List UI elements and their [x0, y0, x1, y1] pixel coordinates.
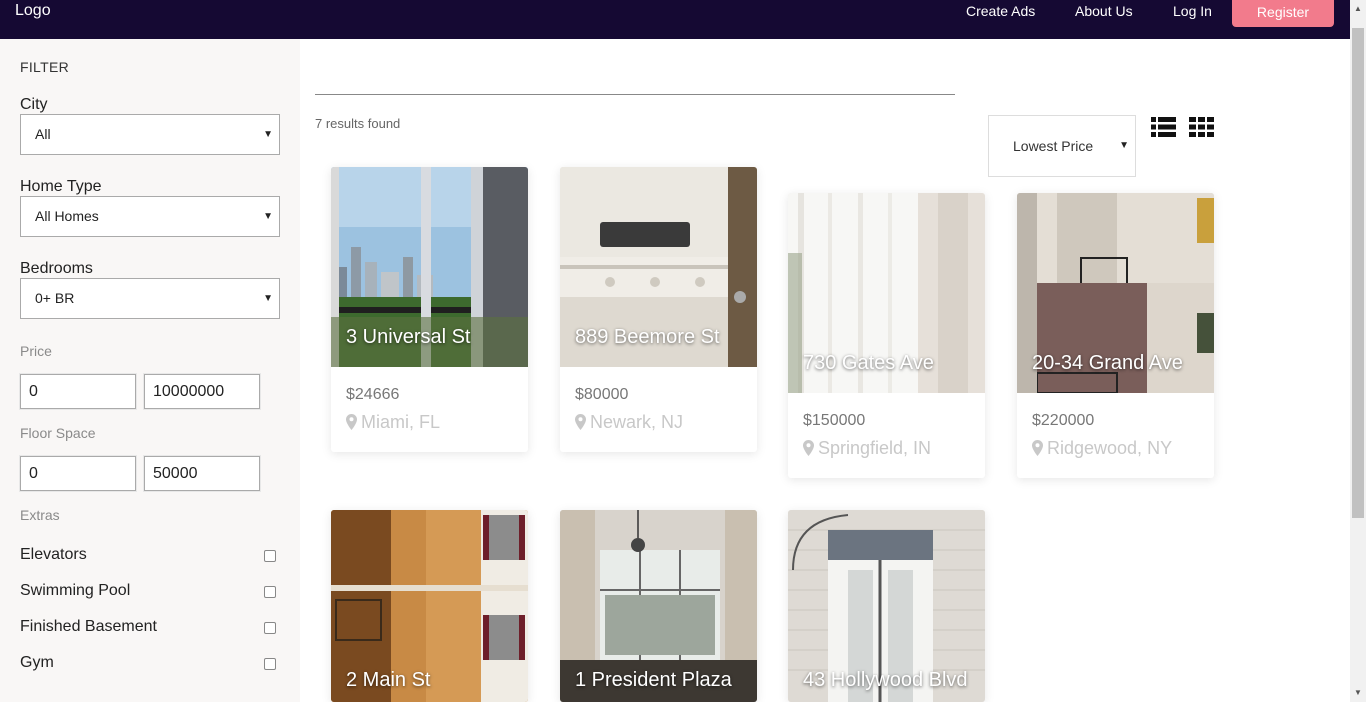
listing-address: 3 Universal St [346, 326, 471, 348]
listing-card[interactable]: 2 Main St [331, 510, 528, 702]
extra-swimming-pool-label: Swimming Pool [20, 582, 131, 599]
extra-gym-label: Gym [20, 654, 54, 671]
map-pin-icon [575, 414, 586, 430]
extras-label: Extras [20, 507, 60, 523]
sort-select-value: Lowest Price [1013, 138, 1094, 154]
listing-card[interactable]: 730 Gates Ave $150000 Springfield, IN [788, 193, 985, 478]
nav-about-us-link[interactable]: About Us [1075, 3, 1133, 19]
listing-price: $80000 [575, 386, 629, 403]
listing-card[interactable]: 20-34 Grand Ave $220000 Ridgewood, NY [1017, 193, 1214, 478]
nav-create-ads-link[interactable]: Create Ads [966, 3, 1035, 19]
nav-log-in-link[interactable]: Log In [1173, 3, 1212, 19]
bedrooms-select[interactable]: 0+ BR ▼ [20, 278, 280, 319]
extra-elevators-checkbox[interactable] [264, 550, 276, 562]
floor-space-label: Floor Space [20, 425, 96, 441]
filter-sidebar: FILTER City All ▼ Home Type All Homes ▼ … [0, 39, 300, 702]
listing-address: 889 Beemore St [575, 326, 720, 348]
listing-location-text: Ridgewood, NY [1047, 438, 1173, 458]
listing-location: Ridgewood, NY [1032, 438, 1172, 459]
sort-select[interactable]: Lowest Price ▼ [988, 115, 1136, 177]
listing-address: 730 Gates Ave [803, 352, 934, 374]
listing-address: 43 Hollywood Blvd [803, 669, 968, 691]
map-pin-icon [803, 440, 814, 456]
listing-address: 2 Main St [346, 669, 431, 691]
listing-price: $220000 [1032, 412, 1095, 429]
bedrooms-select-value: 0+ BR [35, 290, 75, 306]
register-button[interactable]: Register [1232, 0, 1334, 27]
extra-swimming-pool-checkbox[interactable] [264, 586, 276, 598]
extra-finished-basement-checkbox[interactable] [264, 622, 276, 634]
city-select[interactable]: All ▼ [20, 114, 280, 155]
scrollbar-thumb[interactable] [1352, 28, 1364, 518]
extra-gym-checkbox[interactable] [264, 658, 276, 670]
price-max-input[interactable]: 10000000 [143, 373, 261, 410]
results-count: 7 results found [315, 116, 401, 131]
dropdown-arrow-icon: ▼ [263, 293, 273, 304]
listing-location-text: Newark, NJ [590, 412, 684, 432]
listing-location-text: Springfield, IN [818, 438, 932, 458]
listing-location: Newark, NJ [575, 412, 683, 433]
scroll-up-arrow-icon[interactable]: ▲ [1354, 4, 1362, 13]
list-view-icon[interactable] [1151, 116, 1177, 138]
listing-price: $150000 [803, 412, 866, 429]
listing-location: Miami, FL [346, 412, 440, 433]
floor-space-min-input[interactable]: 0 [19, 455, 137, 492]
listing-location: Springfield, IN [803, 438, 931, 459]
floor-space-max-input[interactable]: 50000 [143, 455, 261, 492]
home-type-select[interactable]: All Homes ▼ [20, 196, 280, 237]
top-nav-bar: Logo Create Ads About Us Log In Register [0, 0, 1350, 39]
city-label: City [20, 96, 48, 113]
grid-view-icon[interactable] [1189, 116, 1215, 138]
home-type-select-value: All Homes [35, 208, 99, 224]
bedrooms-label: Bedrooms [20, 260, 93, 277]
city-select-value: All [35, 126, 51, 142]
logo[interactable]: Logo [15, 2, 51, 20]
map-pin-icon [1032, 440, 1043, 456]
dropdown-arrow-icon: ▼ [263, 211, 273, 222]
extra-elevators-label: Elevators [20, 546, 87, 563]
listing-card[interactable]: 889 Beemore St $80000 Newark, NJ [560, 167, 757, 452]
search-underline[interactable] [315, 94, 955, 95]
extra-finished-basement-label: Finished Basement [20, 618, 157, 635]
filter-heading: FILTER [20, 59, 69, 75]
listing-card[interactable]: 3 Universal St $24666 Miami, FL [331, 167, 528, 452]
listing-card[interactable]: 43 Hollywood Blvd [788, 510, 985, 702]
listing-card[interactable]: 1 President Plaza [560, 510, 757, 702]
dropdown-arrow-icon: ▼ [263, 129, 273, 140]
listing-location-text: Miami, FL [361, 412, 441, 432]
listing-price: $24666 [346, 386, 400, 403]
listing-address: 1 President Plaza [575, 669, 732, 691]
price-label: Price [20, 343, 52, 359]
dropdown-arrow-icon: ▼ [1119, 140, 1129, 151]
price-min-input[interactable]: 0 [19, 373, 137, 410]
scroll-down-arrow-icon[interactable]: ▼ [1354, 688, 1362, 697]
map-pin-icon [346, 414, 357, 430]
listing-address: 20-34 Grand Ave [1032, 352, 1183, 374]
home-type-label: Home Type [20, 178, 102, 195]
